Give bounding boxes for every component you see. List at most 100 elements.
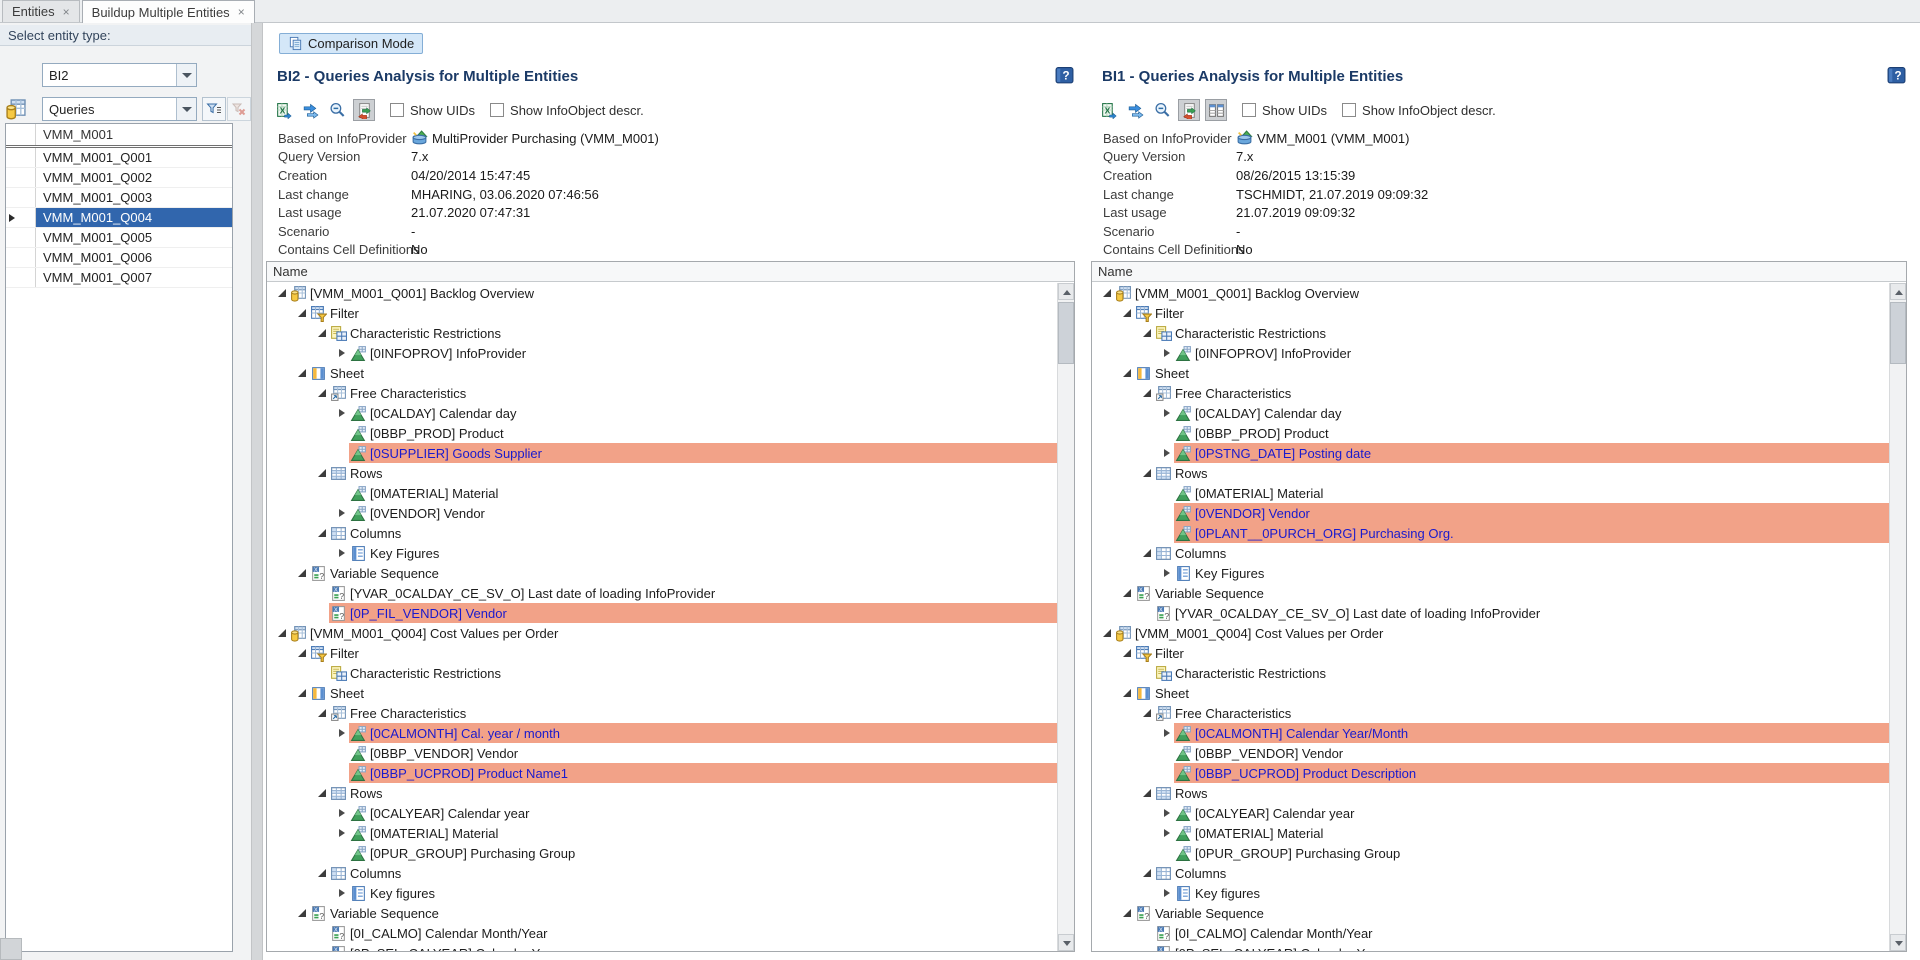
expander-closed-icon[interactable] bbox=[335, 406, 349, 420]
expander-open-icon[interactable] bbox=[315, 466, 329, 480]
tree-row[interactable]: Filter bbox=[1092, 303, 1889, 323]
tab-buildup-multiple-entities[interactable]: Buildup Multiple Entities× bbox=[82, 0, 255, 23]
scrollbar-thumb[interactable] bbox=[1890, 302, 1906, 364]
vertical-scrollbar[interactable] bbox=[1889, 283, 1906, 951]
tree-row[interactable]: Rows bbox=[267, 463, 1057, 483]
tree-row[interactable]: [0CALMONTH] Cal. year / month bbox=[267, 723, 1057, 743]
expander-open-icon[interactable] bbox=[1140, 706, 1154, 720]
entity-list-column-header[interactable]: VMM_M001 bbox=[36, 127, 113, 142]
tree-row[interactable]: [0PSTNG_DATE] Posting date bbox=[1092, 443, 1889, 463]
help-icon[interactable]: ? bbox=[1887, 66, 1906, 85]
tree-row[interactable]: [0INFOPROV] InfoProvider bbox=[1092, 343, 1889, 363]
list-item[interactable]: VMM_M001_Q003 bbox=[6, 188, 232, 208]
filter-settings-button[interactable] bbox=[202, 97, 226, 121]
tree-row[interactable]: Sheet bbox=[267, 363, 1057, 383]
tree-row[interactable]: Rows bbox=[1092, 463, 1889, 483]
tree-row[interactable]: Columns bbox=[1092, 543, 1889, 563]
resize-grip[interactable] bbox=[0, 938, 22, 960]
tree-row[interactable]: X?[0I_CALMO] Calendar Month/Year bbox=[1092, 923, 1889, 943]
tree-row[interactable]: [VMM_M001_Q004] Cost Values per Order bbox=[1092, 623, 1889, 643]
checkbox-show-uids[interactable] bbox=[390, 103, 404, 117]
expander-open-icon[interactable] bbox=[275, 626, 289, 640]
tree-row[interactable]: Key figures bbox=[1092, 883, 1889, 903]
tab-entities[interactable]: Entities× bbox=[2, 0, 80, 22]
zoom-out-button[interactable] bbox=[326, 99, 348, 121]
expander-open-icon[interactable] bbox=[315, 866, 329, 880]
scroll-up-icon[interactable] bbox=[1058, 283, 1074, 300]
expander-open-icon[interactable] bbox=[1100, 286, 1114, 300]
tree-row[interactable]: [VMM_M001_Q004] Cost Values per Order bbox=[267, 623, 1057, 643]
expander-closed-icon[interactable] bbox=[335, 506, 349, 520]
expander-closed-icon[interactable] bbox=[335, 346, 349, 360]
tree-row[interactable]: Free Characteristics bbox=[1092, 383, 1889, 403]
expander-open-icon[interactable] bbox=[1140, 866, 1154, 880]
expander-open-icon[interactable] bbox=[295, 366, 309, 380]
tree-row[interactable]: [0INFOPROV] InfoProvider bbox=[267, 343, 1057, 363]
tree-row[interactable]: [0CALDAY] Calendar day bbox=[267, 403, 1057, 423]
help-icon[interactable]: ? bbox=[1055, 66, 1074, 85]
tree-row[interactable]: Sheet bbox=[1092, 363, 1889, 383]
tree-row[interactable]: Columns bbox=[1092, 863, 1889, 883]
splitter[interactable] bbox=[251, 23, 263, 960]
tree-row[interactable]: Free Characteristics bbox=[267, 383, 1057, 403]
expander-open-icon[interactable] bbox=[1140, 786, 1154, 800]
expander-open-icon[interactable] bbox=[1120, 366, 1134, 380]
expander-open-icon[interactable] bbox=[1120, 586, 1134, 600]
tree-row[interactable]: [0MATERIAL] Material bbox=[267, 483, 1057, 503]
expander-open-icon[interactable] bbox=[1140, 546, 1154, 560]
scroll-down-icon[interactable] bbox=[1890, 934, 1906, 951]
close-icon[interactable]: × bbox=[63, 6, 70, 18]
chevron-down-icon[interactable] bbox=[176, 64, 196, 86]
tree-row[interactable]: [0CALDAY] Calendar day bbox=[1092, 403, 1889, 423]
expander-open-icon[interactable] bbox=[1140, 326, 1154, 340]
close-icon[interactable]: × bbox=[238, 6, 245, 18]
tree-row[interactable]: X?[0I_CALMO] Calendar Month/Year bbox=[267, 923, 1057, 943]
scroll-up-icon[interactable] bbox=[1890, 283, 1906, 300]
expander-open-icon[interactable] bbox=[1120, 646, 1134, 660]
transfer-button[interactable] bbox=[299, 99, 321, 121]
tree-row[interactable]: [0MATERIAL] Material bbox=[1092, 483, 1889, 503]
expander-closed-icon[interactable] bbox=[1160, 826, 1174, 840]
tree-row[interactable]: Sheet bbox=[1092, 683, 1889, 703]
tree-row[interactable]: X?Variable Sequence bbox=[1092, 583, 1889, 603]
tree-row[interactable]: [0BBP_PROD] Product bbox=[1092, 423, 1889, 443]
tree-row[interactable]: X?[YVAR_0CALDAY_CE_SV_O] Last date of lo… bbox=[1092, 603, 1889, 623]
expander-open-icon[interactable] bbox=[315, 386, 329, 400]
tree-row[interactable]: [0SUPPLIER] Goods Supplier bbox=[267, 443, 1057, 463]
expander-open-icon[interactable] bbox=[295, 306, 309, 320]
expander-open-icon[interactable] bbox=[1140, 466, 1154, 480]
expander-closed-icon[interactable] bbox=[1160, 726, 1174, 740]
tree-row[interactable]: [0MATERIAL] Material bbox=[267, 823, 1057, 843]
expander-open-icon[interactable] bbox=[1100, 626, 1114, 640]
checkbox-show-infoobject-descr-[interactable] bbox=[490, 103, 504, 117]
tree-row[interactable]: Key Figures bbox=[1092, 563, 1889, 583]
tree-row[interactable]: [0PUR_GROUP] Purchasing Group bbox=[1092, 843, 1889, 863]
tree-row[interactable]: Characteristic Restrictions bbox=[1092, 323, 1889, 343]
tree-row[interactable]: [0CALYEAR] Calendar year bbox=[1092, 803, 1889, 823]
expander-open-icon[interactable] bbox=[1140, 386, 1154, 400]
expander-closed-icon[interactable] bbox=[335, 726, 349, 740]
expander-open-icon[interactable] bbox=[295, 906, 309, 920]
tree-row[interactable]: [0CALMONTH] Calendar Year/Month bbox=[1092, 723, 1889, 743]
excel-export-button[interactable]: X bbox=[1097, 99, 1119, 121]
tree-row[interactable]: Characteristic Restrictions bbox=[267, 663, 1057, 683]
tree-row[interactable]: Rows bbox=[267, 783, 1057, 803]
tree-row[interactable]: [0BBP_VENDOR] Vendor bbox=[267, 743, 1057, 763]
tree-row[interactable]: [0MATERIAL] Material bbox=[1092, 823, 1889, 843]
tree-row[interactable]: Filter bbox=[267, 303, 1057, 323]
tree-row[interactable]: Columns bbox=[267, 863, 1057, 883]
tree-row[interactable]: [0PLANT__0PURCH_ORG] Purchasing Org. bbox=[1092, 523, 1889, 543]
tree-row[interactable]: X?[0P_SEL_CALYEAR] Calendar Year bbox=[267, 943, 1057, 951]
list-item[interactable]: VMM_M001_Q004 bbox=[6, 208, 232, 228]
tree-row[interactable]: Filter bbox=[267, 643, 1057, 663]
list-item[interactable]: VMM_M001_Q007 bbox=[6, 268, 232, 288]
tree-row[interactable]: [0BBP_UCPROD] Product Description bbox=[1092, 763, 1889, 783]
list-item[interactable]: VMM_M001_Q001 bbox=[6, 148, 232, 168]
list-item[interactable]: VMM_M001_Q006 bbox=[6, 248, 232, 268]
transfer-button[interactable] bbox=[1124, 99, 1146, 121]
tree-row[interactable]: X?[0P_FIL_VENDOR] Vendor bbox=[267, 603, 1057, 623]
checkbox-show-infoobject-descr-[interactable] bbox=[1342, 103, 1356, 117]
tree-row[interactable]: Free Characteristics bbox=[1092, 703, 1889, 723]
excel-export-button[interactable]: X bbox=[272, 99, 294, 121]
tree-row[interactable]: Key Figures bbox=[267, 543, 1057, 563]
